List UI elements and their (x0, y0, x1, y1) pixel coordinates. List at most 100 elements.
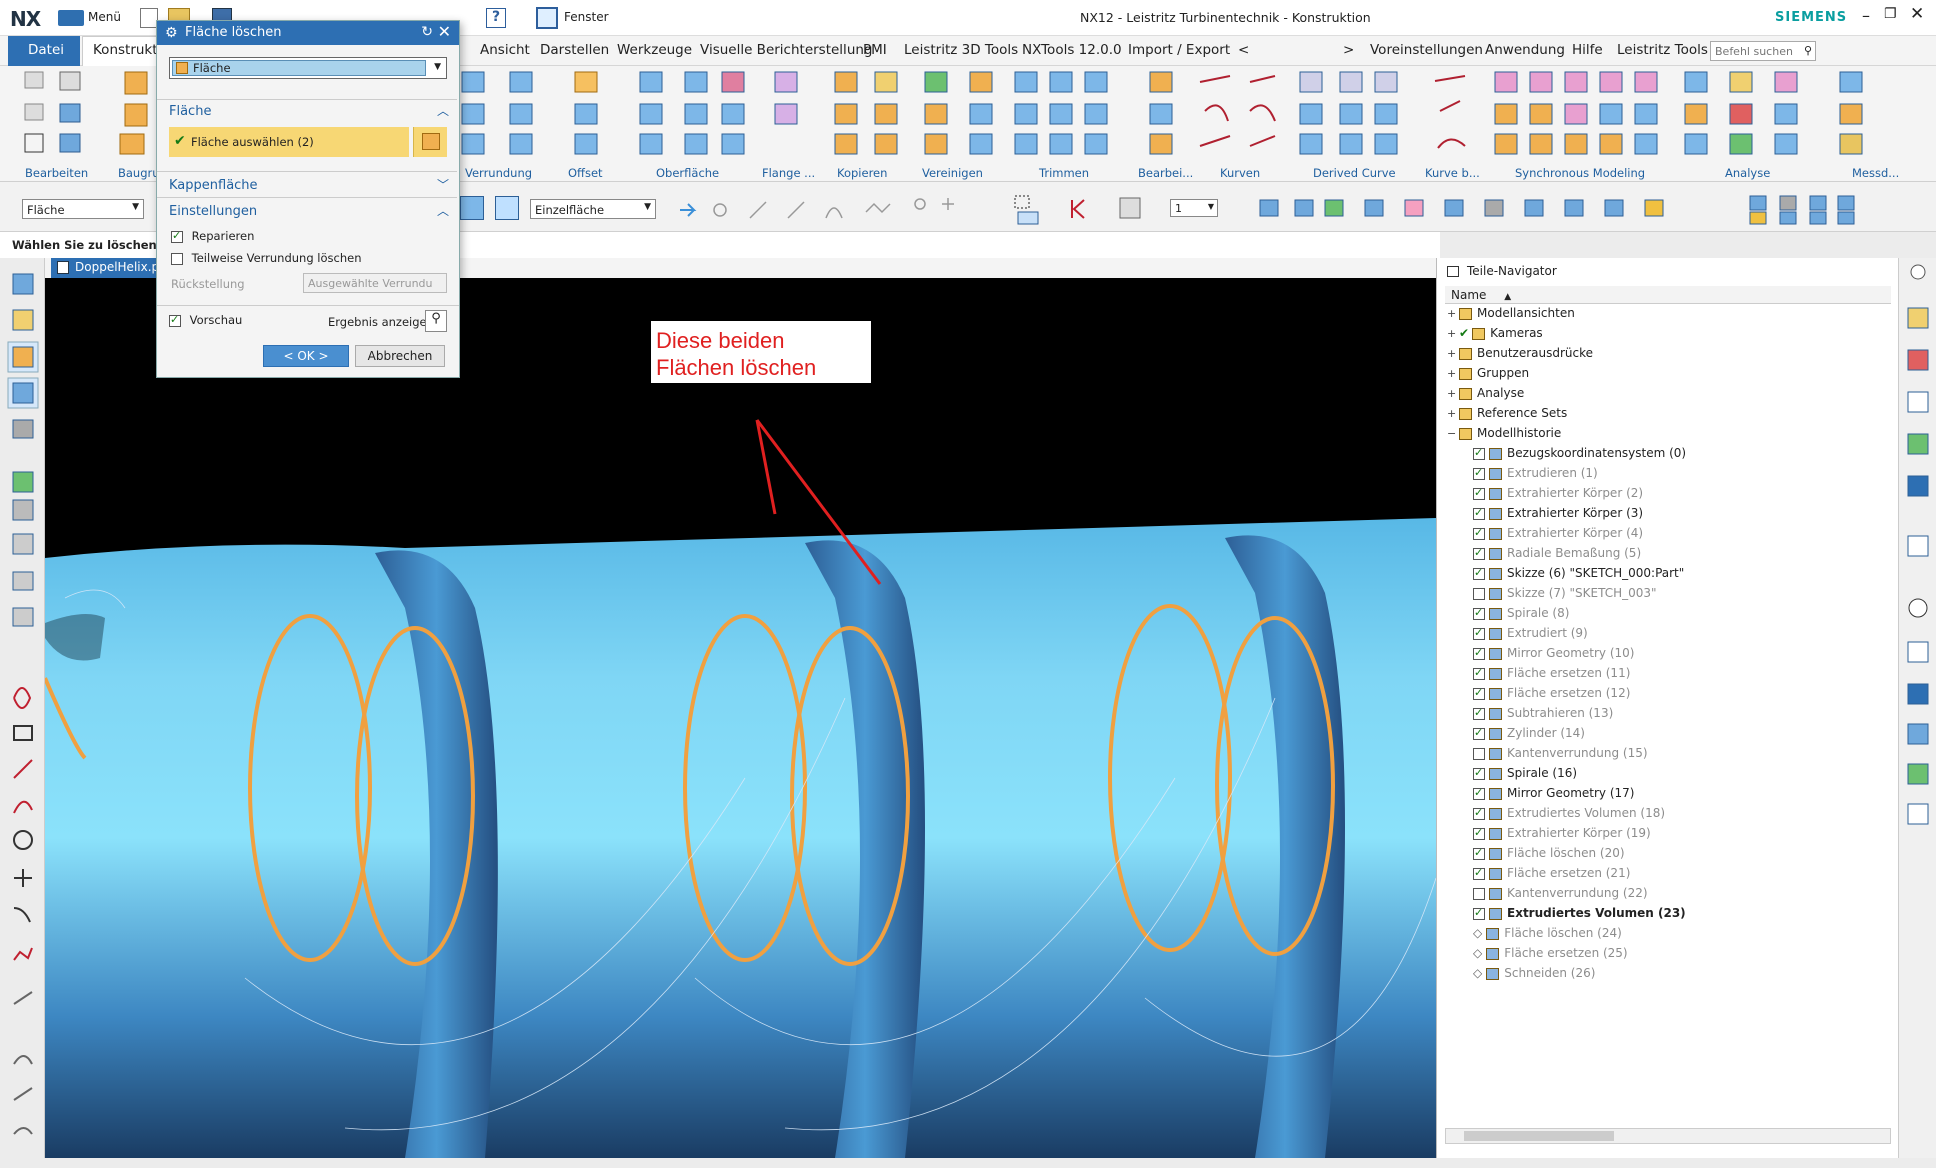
visibility-checkbox[interactable] (1473, 626, 1485, 640)
visibility-checkbox[interactable] (1473, 826, 1485, 840)
ok-button[interactable]: < OK > (263, 345, 349, 367)
minimize-button[interactable]: – (1862, 6, 1870, 25)
model-geometry[interactable]: Diese beiden Flächen löschen (45, 278, 1436, 1158)
group-synchronous-modeling[interactable]: Synchronous Modeling (1515, 166, 1645, 180)
tree-node[interactable]: Fläche ersetzen (11) (1473, 666, 1630, 680)
visibility-checkbox[interactable] (1473, 506, 1485, 520)
layer-select[interactable]: 1 ▼ (1170, 199, 1218, 217)
group-analyse[interactable]: Analyse (1725, 166, 1770, 180)
tree-node[interactable]: + Reference Sets (1447, 406, 1567, 420)
show-result-button[interactable]: ⚲ (425, 310, 447, 332)
visibility-checkbox[interactable] (1473, 766, 1485, 780)
tab-scroll-left[interactable]: < (1238, 42, 1249, 58)
tree-node[interactable]: + Modellansichten (1447, 306, 1575, 320)
preview-checkbox[interactable] (169, 313, 181, 327)
repair-option[interactable]: Reparieren (171, 229, 254, 243)
type-select[interactable]: Fläche ▼ (169, 57, 447, 79)
tree-node[interactable]: − Modellhistorie (1447, 426, 1561, 440)
group-bearbeitung[interactable]: Bearbei... (1138, 166, 1193, 180)
expand-toggle-icon[interactable]: + (1447, 367, 1459, 380)
face-rule-select[interactable]: Einzelfläche ▼ (530, 199, 656, 219)
tab-visuelle-berichterstellung[interactable]: Visuelle Berichterstellung (700, 42, 873, 58)
tab-darstellen[interactable]: Darstellen (540, 42, 609, 58)
visibility-checkbox[interactable] (1473, 747, 1485, 760)
tree-node[interactable]: Fläche ersetzen (12) (1473, 686, 1630, 700)
visibility-checkbox[interactable] (1473, 526, 1485, 540)
group-offset[interactable]: Offset (568, 166, 603, 180)
tab-import-export[interactable]: Import / Export (1128, 42, 1230, 58)
visibility-checkbox[interactable] (1473, 906, 1485, 920)
expand-toggle-icon[interactable]: + (1447, 327, 1459, 340)
tree-node[interactable]: Extrudieren (1) (1473, 466, 1598, 480)
tree-node[interactable]: Skizze (7) "SKETCH_003" (1473, 586, 1657, 600)
tab-anwendung[interactable]: Anwendung (1485, 42, 1565, 58)
expand-toggle-icon[interactable]: − (1447, 427, 1459, 440)
tree-node[interactable]: + Gruppen (1447, 366, 1529, 380)
tree-node[interactable]: Radiale Bemaßung (5) (1473, 546, 1641, 560)
group-trimmen[interactable]: Trimmen (1039, 166, 1089, 180)
tree-node[interactable]: ◇ Fläche löschen (24) (1473, 926, 1622, 940)
visibility-checkbox[interactable] (1473, 706, 1485, 720)
menu-icon[interactable] (58, 10, 84, 26)
partial-blend-checkbox[interactable] (171, 252, 183, 265)
tree-node[interactable]: Zylinder (14) (1473, 726, 1585, 740)
tree-node[interactable]: Kantenverrundung (22) (1473, 886, 1648, 900)
scroll-thumb[interactable] (1464, 1131, 1614, 1141)
dialog-title-bar[interactable]: ⚙ Fläche löschen ↻ ✕ (157, 21, 459, 45)
setback-select[interactable]: Ausgewählte Verrundu (303, 273, 447, 293)
tab-nxtools[interactable]: NXTools 12.0.0 (1022, 42, 1122, 58)
tab-hilfe[interactable]: Hilfe (1572, 42, 1603, 58)
tree-node[interactable]: Extrahierter Körper (2) (1473, 486, 1643, 500)
group-kurve-bearbeiten[interactable]: Kurve b... (1425, 166, 1480, 180)
resource-bar-icons[interactable] (1899, 258, 1936, 858)
visibility-checkbox[interactable] (1473, 546, 1485, 560)
search-icon[interactable]: ⚲ (1804, 44, 1812, 57)
cancel-button[interactable]: Abbrechen (355, 345, 445, 367)
restore-button[interactable]: ❐ (1884, 6, 1897, 22)
preview-option[interactable]: Vorschau (169, 313, 242, 327)
visibility-checkbox[interactable] (1473, 486, 1485, 500)
visibility-checkbox[interactable] (1473, 686, 1485, 700)
tab-scroll-right[interactable]: > (1343, 42, 1354, 58)
horizontal-scrollbar[interactable] (1445, 1128, 1891, 1144)
expand-toggle-icon[interactable]: + (1447, 387, 1459, 400)
visibility-checkbox[interactable] (1473, 866, 1485, 880)
help-icon[interactable]: ? (486, 8, 506, 28)
tree-node[interactable]: Fläche löschen (20) (1473, 846, 1625, 860)
tree-node[interactable]: + Benutzerausdrücke (1447, 346, 1593, 360)
visibility-checkbox[interactable] (1473, 786, 1485, 800)
group-bearbeiten[interactable]: Bearbeiten (25, 166, 88, 180)
group-kopieren[interactable]: Kopieren (837, 166, 887, 180)
left-toolbar-icons[interactable] (0, 258, 45, 1158)
command-search-field[interactable]: ⚲ (1710, 41, 1816, 61)
visibility-checkbox[interactable] (1473, 466, 1485, 480)
window-menu[interactable]: Fenster (564, 10, 609, 24)
group-kurven[interactable]: Kurven (1220, 166, 1260, 180)
group-flange[interactable]: Flange ... (762, 166, 815, 180)
tab-ansicht[interactable]: Ansicht (480, 42, 530, 58)
tree-node[interactable]: Extrudiert (9) (1473, 626, 1588, 640)
close-window-button[interactable]: ✕ (1910, 4, 1924, 24)
menu-button[interactable]: Menü (88, 10, 121, 24)
tab-leistritz-tools[interactable]: Leistritz Tools (1617, 42, 1708, 58)
tree-node[interactable]: Spirale (8) (1473, 606, 1569, 620)
tree-node[interactable]: Subtrahieren (13) (1473, 706, 1613, 720)
tree-node[interactable]: Extrudiertes Volumen (23) (1473, 906, 1686, 920)
column-header-name[interactable]: Name ▲ (1445, 286, 1891, 304)
tab-datei[interactable]: Datei (28, 42, 64, 58)
visibility-checkbox[interactable] (1473, 666, 1485, 680)
tree-node[interactable]: Extrahierter Körper (19) (1473, 826, 1651, 840)
group-verrundung[interactable]: Verrundung (465, 166, 532, 180)
face-cube-icon[interactable] (460, 196, 484, 220)
visibility-checkbox[interactable] (1473, 446, 1485, 460)
tree-node[interactable]: + Analyse (1447, 386, 1524, 400)
graphics-viewport[interactable]: Diese beiden Flächen löschen (45, 278, 1436, 1158)
visibility-checkbox[interactable] (1473, 846, 1485, 860)
tree-node[interactable]: Mirror Geometry (17) (1473, 786, 1634, 800)
tab-leistritz-3d-tools[interactable]: Leistritz 3D Tools (904, 42, 1018, 58)
visibility-checkbox[interactable] (1473, 887, 1485, 900)
tree-node[interactable]: Extrahierter Körper (4) (1473, 526, 1643, 540)
expand-toggle-icon[interactable]: + (1447, 407, 1459, 420)
tree-node[interactable]: ◇ Schneiden (26) (1473, 966, 1595, 980)
section-cap-header[interactable]: Kappenfläche ﹀ (157, 171, 457, 195)
